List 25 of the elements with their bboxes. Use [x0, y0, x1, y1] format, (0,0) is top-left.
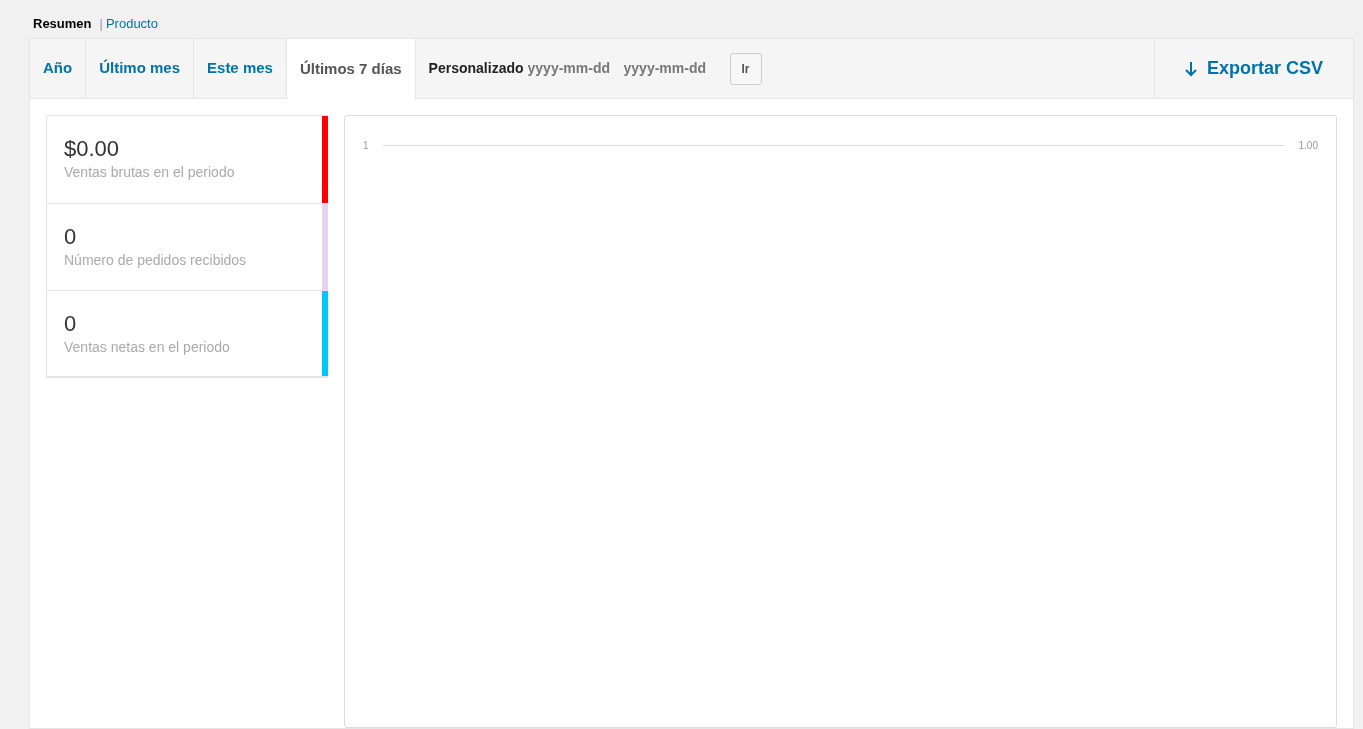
- custom-range-label: Personalizado: [428, 59, 524, 78]
- separator: |: [99, 15, 103, 34]
- period-tab[interactable]: Último mes: [86, 39, 195, 98]
- export-csv-link[interactable]: Exportar CSV: [1154, 39, 1353, 98]
- period-tab[interactable]: Año: [30, 39, 87, 98]
- view-link[interactable]: Producto: [105, 14, 158, 34]
- period-tab[interactable]: Este mes: [194, 39, 287, 98]
- go-button[interactable]: Ir: [729, 52, 762, 85]
- legend-item[interactable]: $0.00 Ventas brutas en el periodo: [47, 116, 322, 203]
- legend-item[interactable]: 0 Ventas netas en el periodo: [47, 291, 322, 376]
- period-tab[interactable]: Últimos 7 días: [286, 39, 416, 99]
- end-date-field[interactable]: yyyy-mm-dd: [623, 58, 716, 79]
- metric-value: 0: [64, 224, 78, 250]
- start-date-field[interactable]: yyyy-mm-dd: [527, 58, 620, 79]
- metric-value: 0: [64, 311, 78, 337]
- axis-label: 1: [363, 139, 369, 153]
- metric-label: Ventas brutas en el periodo: [64, 163, 236, 182]
- export-label: Exportar CSV: [1206, 57, 1323, 80]
- metric-label: Ventas netas en el periodo: [64, 338, 231, 357]
- metric-value: $0.00: [64, 136, 121, 162]
- current-view-link[interactable]: Resumen: [33, 14, 92, 34]
- download-arrow-icon: [1184, 60, 1197, 77]
- metric-label: Número de pedidos recibidos: [64, 251, 248, 270]
- axis-label: 1.00: [1298, 139, 1318, 153]
- legend-item[interactable]: 0 Número de pedidos recibidos: [47, 204, 322, 290]
